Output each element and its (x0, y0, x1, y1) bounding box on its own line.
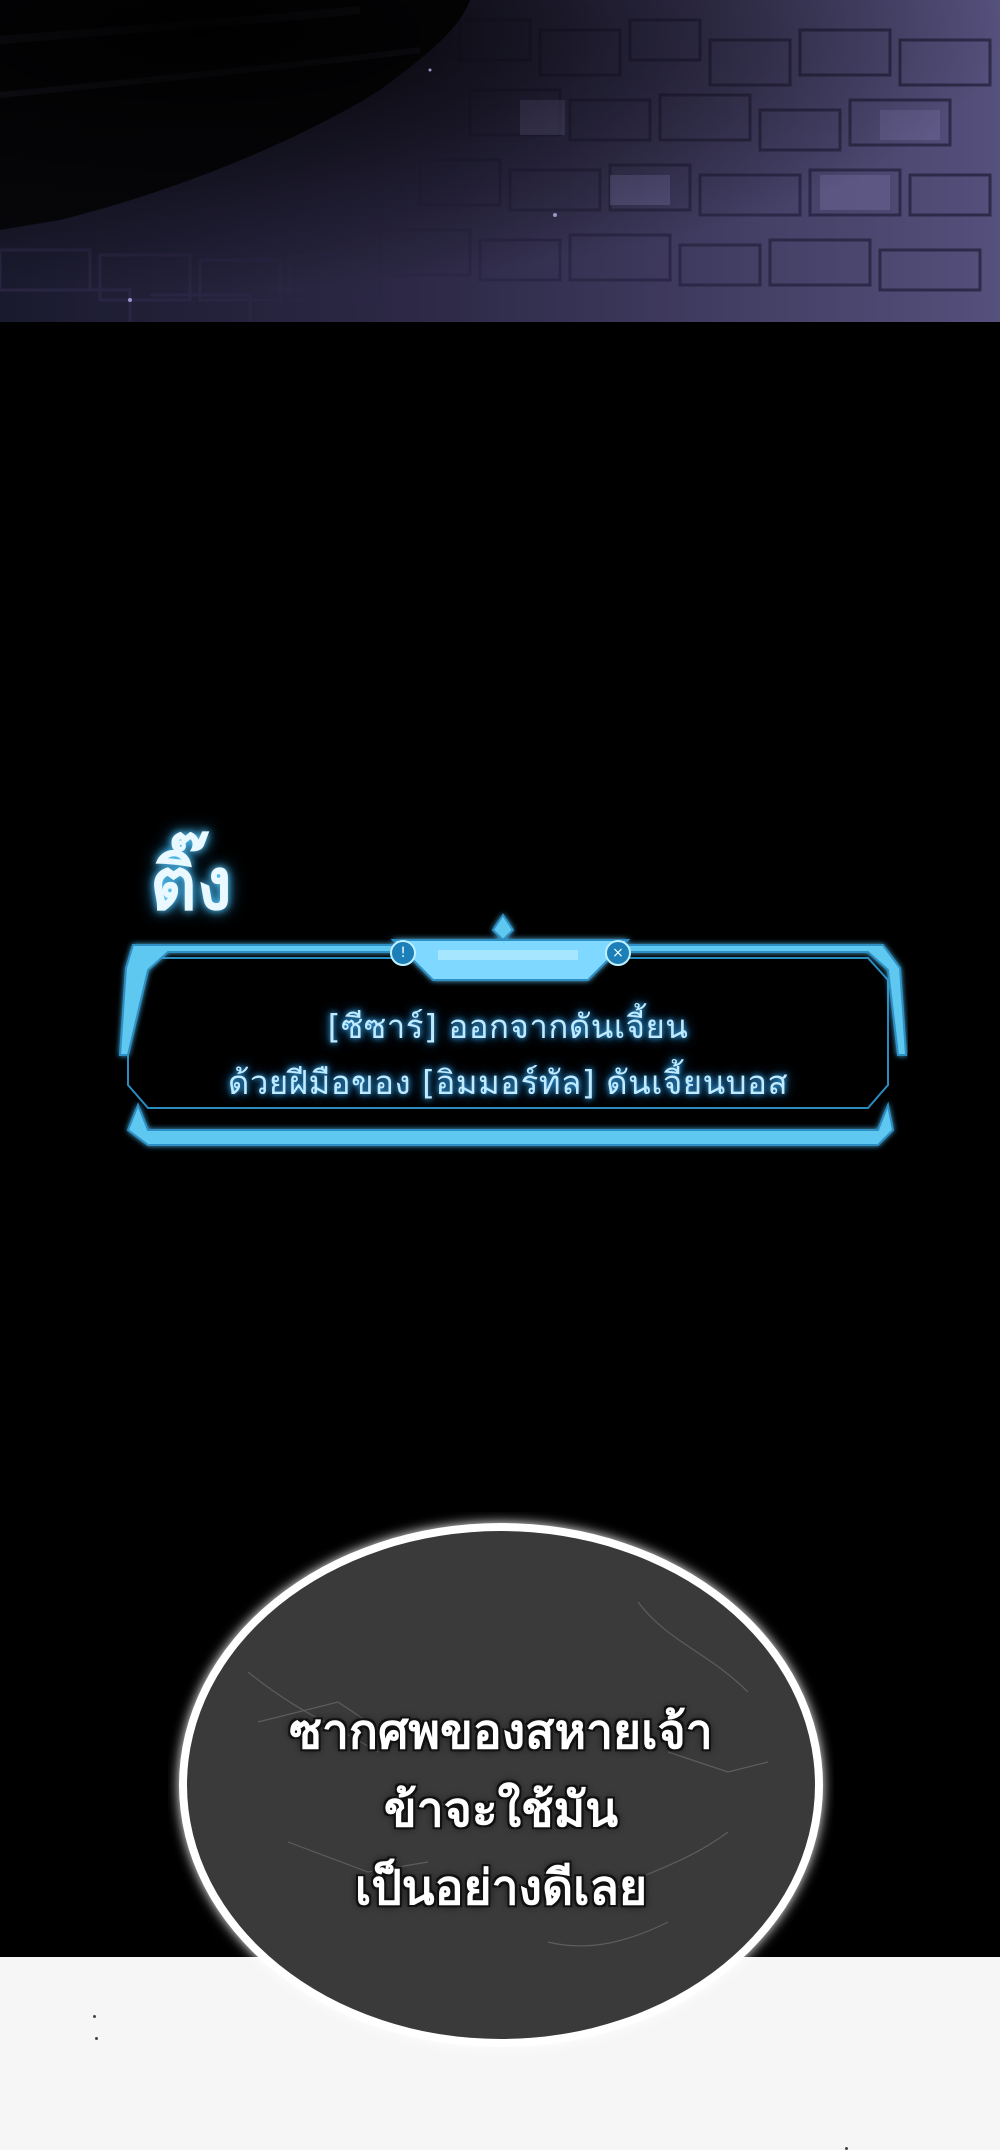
system-notification-window: ! × [ซีซาร์] ออกจากดันเจี้ยน ด้วยฝีมือขอ… (108, 840, 908, 1170)
system-message-line-1: [ซีซาร์] ออกจากดันเจี้ยน (327, 1007, 689, 1046)
speech-bubble: ซากศพของสหายเจ้า ข้าจะใช้มัน เป็นอย่างดี… (168, 1512, 834, 2058)
info-icon[interactable]: ! (390, 940, 416, 966)
dialogue-line-3: เป็นอย่างดีเลย (354, 1860, 648, 1916)
system-message-line-2: ด้วยฝีมือของ [อิมมอร์ทัล] ดันเจี้ยนบอส (227, 1063, 789, 1102)
stone-wall-illustration (0, 0, 1000, 322)
close-icon[interactable]: × (605, 940, 631, 966)
dialogue-line-2: ข้าจะใช้มัน (383, 1782, 619, 1838)
scene-stone-wall (0, 0, 1000, 322)
dialogue-line-1: ซากศพของสหายเจ้า (289, 1704, 713, 1760)
